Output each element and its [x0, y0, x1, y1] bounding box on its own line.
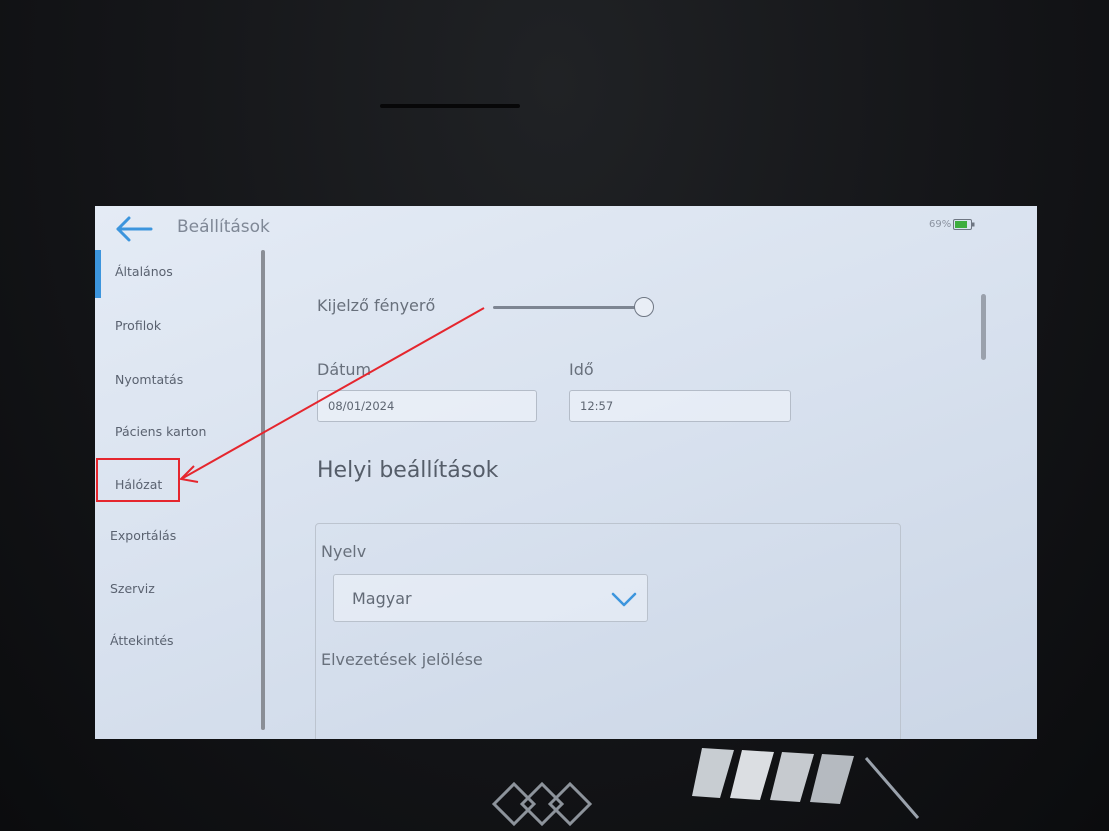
- btl-logo-icon: [491, 781, 593, 827]
- annotation-arrow: [178, 307, 485, 483]
- device-photo: Beállítások 69% Általános Profilok Nyomt…: [0, 0, 1109, 831]
- window-reflection: [692, 748, 920, 819]
